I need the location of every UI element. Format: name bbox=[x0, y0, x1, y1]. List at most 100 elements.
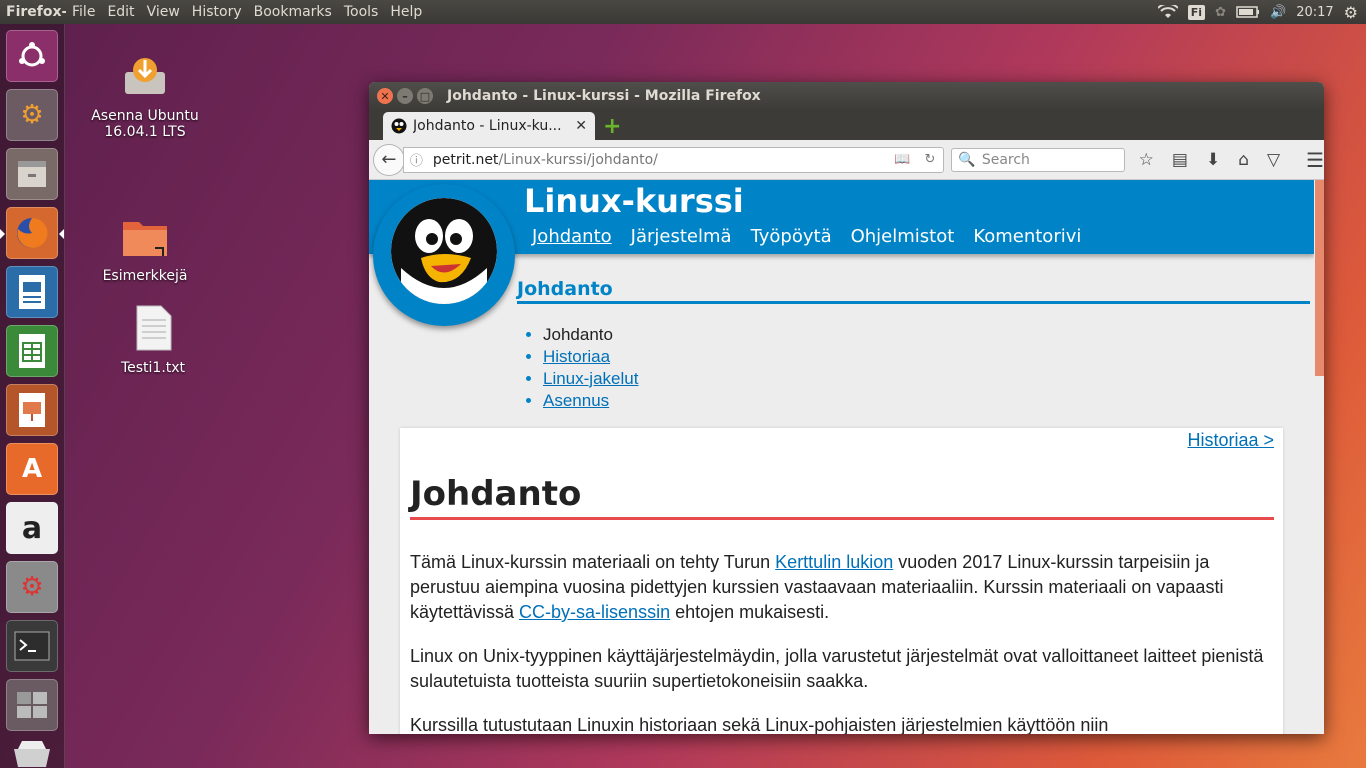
toc-link-historiaa[interactable]: Historiaa bbox=[543, 347, 610, 366]
window-titlebar[interactable]: ✕ – □ Johdanto - Linux-kurssi - Mozilla … bbox=[369, 82, 1324, 110]
site-nav: Johdanto Järjestelmä Työpöytä Ohjelmisto… bbox=[532, 226, 1081, 247]
files-launcher[interactable] bbox=[6, 148, 58, 200]
menu-tools[interactable]: Tools bbox=[338, 4, 385, 20]
window-title: Johdanto - Linux-kurssi - Mozilla Firefo… bbox=[447, 88, 761, 104]
nav-tyopoyta[interactable]: Työpöytä bbox=[751, 226, 832, 247]
bluetooth-icon[interactable]: ✿ bbox=[1215, 5, 1226, 20]
menu-file[interactable]: File bbox=[66, 4, 101, 20]
home-icon[interactable]: ⌂ bbox=[1238, 150, 1249, 170]
install-ubuntu-launcher[interactable]: ⚙ bbox=[6, 89, 58, 141]
volume-icon[interactable]: 🔊 bbox=[1270, 5, 1286, 20]
keyboard-layout-indicator[interactable]: Fi bbox=[1187, 4, 1206, 20]
active-indicator bbox=[0, 229, 5, 239]
desktop-icon-label: Testi1.txt bbox=[120, 360, 186, 376]
impress-launcher[interactable] bbox=[6, 384, 58, 436]
toc-current: Johdanto bbox=[543, 325, 613, 344]
toc-item: Johdanto bbox=[543, 324, 638, 346]
system-settings-launcher[interactable]: ⚙ bbox=[6, 561, 58, 613]
reader-view-icon[interactable]: 📖 bbox=[894, 152, 910, 167]
toc-item: Linux-jakelut bbox=[543, 368, 638, 390]
maximize-window-button[interactable]: □ bbox=[417, 88, 433, 104]
writer-launcher[interactable] bbox=[6, 266, 58, 318]
nav-jarjestelma[interactable]: Järjestelmä bbox=[631, 226, 732, 247]
toolbar-buttons: ☆ ▤ ⬇ ⌂ ▽ bbox=[1139, 150, 1280, 170]
menu-view[interactable]: View bbox=[141, 4, 186, 20]
desktop-icon-label: Esimerkkejä bbox=[102, 268, 188, 284]
desktop-icon-examples[interactable]: Esimerkkejä bbox=[85, 212, 205, 284]
nav-ohjelmistot[interactable]: Ohjelmistot bbox=[851, 226, 955, 247]
firefox-icon bbox=[17, 217, 48, 248]
firefox-launcher[interactable] bbox=[6, 207, 58, 259]
indicator-area: Fi ✿ 🔊 20:17 ⚙ bbox=[1157, 3, 1366, 22]
minimize-window-button[interactable]: – bbox=[397, 88, 413, 104]
desktop-icon-label: Asenna Ubuntu bbox=[91, 108, 199, 124]
workspaces-icon bbox=[17, 692, 47, 718]
clock[interactable]: 20:17 bbox=[1296, 5, 1333, 20]
downloads-icon[interactable]: ⬇ bbox=[1206, 150, 1220, 170]
firefox-window: ✕ – □ Johdanto - Linux-kurssi - Mozilla … bbox=[369, 82, 1324, 734]
desktop-icon-install-ubuntu[interactable]: Asenna Ubuntu 16.04.1 LTS bbox=[85, 52, 205, 140]
new-tab-button[interactable]: + bbox=[603, 114, 621, 139]
menu-help[interactable]: Help bbox=[384, 4, 428, 20]
link-kerttulin-lukio[interactable]: Kerttulin lukion bbox=[775, 552, 893, 572]
paragraph-text: Tämä Linux-kurssin materiaali on tehty T… bbox=[410, 552, 776, 572]
search-bar[interactable]: 🔍 Search bbox=[951, 147, 1125, 172]
nav-komentorivi[interactable]: Komentorivi bbox=[973, 226, 1081, 247]
menu-bookmarks[interactable]: Bookmarks bbox=[248, 4, 338, 20]
installer-icon: ⚙ bbox=[20, 100, 44, 130]
site-title[interactable]: Linux-kurssi bbox=[524, 182, 744, 220]
dash-home-button[interactable] bbox=[6, 30, 58, 82]
impress-icon bbox=[19, 393, 45, 427]
navigation-toolbar: ← ⓘ petrit.net/Linux-kurssi/johdanto/ 📖 … bbox=[369, 140, 1324, 180]
battery-icon[interactable] bbox=[1236, 6, 1260, 18]
search-placeholder: Search bbox=[981, 151, 1030, 168]
amazon-launcher[interactable]: a bbox=[6, 502, 58, 554]
tux-logo[interactable] bbox=[373, 184, 515, 326]
trash-launcher[interactable] bbox=[6, 728, 58, 768]
amazon-icon: a bbox=[21, 510, 43, 546]
link-cc-by-sa[interactable]: CC-by-sa-lisenssin bbox=[519, 602, 670, 622]
calc-launcher[interactable] bbox=[6, 325, 58, 377]
tab-johdanto[interactable]: Johdanto - Linux-ku... ✕ bbox=[383, 112, 595, 140]
tux-face-icon bbox=[391, 198, 497, 304]
trash-icon bbox=[14, 741, 50, 767]
gear-icon[interactable]: ⚙ bbox=[1344, 3, 1358, 22]
scrollbar-thumb[interactable] bbox=[1315, 180, 1324, 376]
back-button[interactable]: ← bbox=[373, 143, 405, 176]
top-panel: Firefox-s File Edit View History Bookmar… bbox=[0, 0, 1366, 24]
reload-icon[interactable]: ↻ bbox=[924, 152, 935, 167]
bookmark-star-icon[interactable]: ☆ bbox=[1139, 150, 1154, 170]
terminal-launcher[interactable] bbox=[6, 620, 58, 672]
text-file-icon bbox=[136, 305, 172, 351]
paragraph-1: Tämä Linux-kurssin materiaali on tehty T… bbox=[410, 550, 1274, 625]
close-window-button[interactable]: ✕ bbox=[377, 88, 393, 104]
page-content: Linux-kurssi Johdanto Järjestelmä Työpöy… bbox=[369, 180, 1324, 734]
nav-johdanto[interactable]: Johdanto bbox=[532, 226, 612, 247]
desktop-icon-label: 16.04.1 LTS bbox=[104, 124, 186, 140]
wifi-icon[interactable] bbox=[1157, 5, 1178, 19]
next-page-link[interactable]: Historiaa > bbox=[1187, 430, 1274, 451]
url-bar[interactable]: ⓘ petrit.net/Linux-kurssi/johdanto/ 📖 ↻ bbox=[402, 146, 945, 173]
folder-icon bbox=[123, 222, 167, 256]
hamburger-menu-icon[interactable]: ☰ bbox=[1306, 148, 1324, 172]
workspace-switcher-launcher[interactable] bbox=[6, 679, 58, 731]
installer-icon bbox=[125, 58, 165, 94]
bookmarks-list-icon[interactable]: ▤ bbox=[1172, 150, 1188, 170]
terminal-icon bbox=[14, 631, 50, 661]
page-scrollbar[interactable] bbox=[1314, 180, 1324, 734]
software-center-launcher[interactable]: A bbox=[6, 443, 58, 495]
back-arrow-icon: ← bbox=[381, 149, 397, 170]
paragraph-2: Linux on Unix-tyyppinen käyttäjärjestelm… bbox=[410, 646, 1264, 691]
site-info-icon[interactable]: ⓘ bbox=[410, 150, 423, 169]
toc-link-linux-jakelut[interactable]: Linux-jakelut bbox=[543, 369, 638, 388]
close-tab-icon[interactable]: ✕ bbox=[575, 118, 587, 134]
toc-link-asennus[interactable]: Asennus bbox=[543, 391, 609, 410]
table-of-contents: Johdanto Historiaa Linux-jakelut Asennus bbox=[543, 324, 638, 412]
desktop-icon-testfile[interactable]: Testi1.txt bbox=[93, 304, 213, 376]
pocket-icon[interactable]: ▽ bbox=[1267, 150, 1280, 170]
paragraph-3: Kurssilla tutustutaan Linuxin historiaan… bbox=[410, 715, 1109, 734]
search-icon: 🔍 bbox=[958, 151, 976, 168]
focused-indicator bbox=[59, 229, 64, 239]
menu-history[interactable]: History bbox=[186, 4, 248, 20]
menu-edit[interactable]: Edit bbox=[101, 4, 140, 20]
